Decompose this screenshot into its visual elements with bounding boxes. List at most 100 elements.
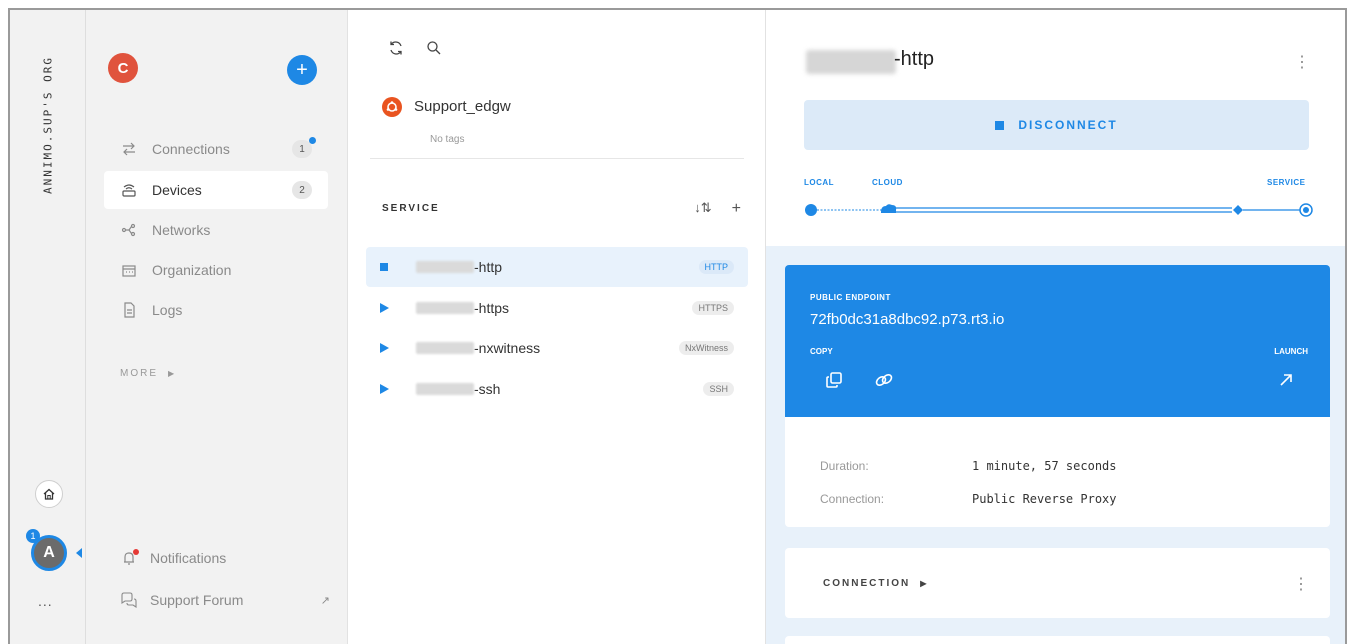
sidebar-item-label: Organization (152, 262, 232, 278)
networks-icon (120, 223, 138, 237)
sidebar-item-devices[interactable]: Devices 2 (104, 171, 328, 209)
bell-icon (120, 549, 139, 566)
support-forum-label: Support Forum (150, 592, 244, 608)
service-tools: ↓⇅ + (694, 200, 741, 218)
home-button[interactable] (35, 480, 63, 508)
service-name: -https (474, 300, 510, 316)
search-icon (427, 41, 441, 55)
org-name[interactable]: ANNIMO.SUP'S ORG (38, 30, 58, 220)
search-button[interactable] (424, 38, 444, 58)
endpoint-label: PUBLIC ENDPOINT (810, 293, 891, 302)
duration-label: Duration: (820, 459, 869, 473)
play-icon[interactable] (380, 384, 396, 394)
home-icon (43, 488, 55, 500)
service-type-badge: HTTP (698, 260, 734, 274)
sidebar-item-networks[interactable]: Networks (104, 211, 328, 249)
sidebar-item-label: Connections (152, 141, 230, 157)
sidebar-item-label: Networks (152, 222, 211, 238)
service-detail: -http ⋮ DISCONNECT LOCAL CLOUD SERVICE P… (766, 10, 1345, 644)
service-row-https[interactable]: -https HTTPS (366, 288, 748, 328)
external-link-icon: ↗ (320, 594, 330, 607)
play-icon[interactable] (380, 303, 396, 313)
rail-more-button[interactable]: ... (38, 593, 53, 609)
sidebar-item-connections[interactable]: Connections 1 (104, 130, 328, 168)
launch-label: LAUNCH (1274, 347, 1308, 356)
sidebar-nav: C + Connections 1 Devices 2 Networks Org… (86, 10, 348, 644)
device-name: Support_edgw (414, 98, 511, 115)
devices-count: 2 (292, 181, 312, 199)
device-panel: Support_edgw No tags SERVICE ↓⇅ + -http … (348, 10, 766, 644)
sidebar-item-organization[interactable]: Organization (104, 251, 328, 289)
divider (370, 158, 744, 159)
service-row-nxwitness[interactable]: -nxwitness NxWitness (366, 328, 748, 368)
service-row-ssh[interactable]: -ssh SSH (366, 369, 748, 409)
notification-dot (133, 549, 139, 555)
devices-icon (120, 182, 138, 198)
logs-icon (120, 302, 138, 318)
user-badge: 1 (26, 529, 40, 543)
organization-icon (120, 263, 138, 277)
add-service-icon[interactable]: + (732, 200, 741, 218)
next-section-card (785, 636, 1330, 644)
path-cloud-label: CLOUD (872, 178, 903, 187)
more-caret-icon: ▶ (168, 369, 177, 378)
service-name: -http (474, 259, 503, 275)
connection-section[interactable]: CONNECTION ▶ ⋮ (785, 548, 1330, 618)
avatar-caret-icon (76, 548, 82, 558)
connection-section-label: CONNECTION (823, 578, 911, 589)
play-icon[interactable] (380, 343, 396, 353)
service-name: -nxwitness (474, 340, 541, 356)
redacted-text (416, 261, 474, 273)
expand-caret-icon: ▶ (920, 579, 929, 588)
connection-section-title: CONNECTION ▶ (823, 578, 928, 589)
ubuntu-icon (382, 97, 402, 117)
endpoint-url[interactable]: 72fb0dc31a8dbc92.p73.rt3.io (810, 311, 1004, 328)
connection-path-diagram (805, 203, 1313, 217)
notifications-link[interactable]: Notifications (120, 549, 227, 566)
service-header: SERVICE (382, 203, 440, 214)
sort-icon[interactable]: ↓⇅ (694, 200, 711, 218)
copy-link-button[interactable] (873, 369, 895, 391)
connections-icon (120, 142, 138, 156)
launch-icon (1280, 374, 1292, 386)
more-link[interactable]: MORE ▶ (120, 368, 176, 379)
notifications-label: Notifications (150, 550, 227, 566)
redacted-text (416, 302, 474, 314)
redacted-text (416, 342, 474, 354)
more-label: MORE (120, 368, 158, 379)
refresh-button[interactable] (386, 38, 406, 58)
service-name: -ssh (474, 381, 501, 397)
chat-icon (120, 592, 138, 608)
copy-label: COPY (810, 347, 833, 356)
launch-button[interactable] (1275, 369, 1297, 391)
redacted-text (416, 383, 474, 395)
refresh-icon (390, 41, 402, 55)
copy-button[interactable] (823, 369, 845, 391)
disconnect-button[interactable]: DISCONNECT (804, 100, 1309, 150)
detail-header: -http ⋮ DISCONNECT LOCAL CLOUD SERVICE (766, 10, 1345, 246)
service-row-http[interactable]: -http HTTP (366, 247, 748, 287)
relay-node (1233, 205, 1243, 215)
sidebar-item-logs[interactable]: Logs (104, 291, 328, 329)
org-name-label: ANNIMO.SUP'S ORG (41, 56, 54, 194)
disconnect-label: DISCONNECT (1018, 118, 1118, 132)
public-endpoint-card: PUBLIC ENDPOINT 72fb0dc31a8dbc92.p73.rt3… (785, 265, 1330, 417)
more-options-icon[interactable]: ⋮ (1294, 52, 1310, 72)
service-type-badge: NxWitness (678, 341, 734, 355)
duration-value: 1 minute, 57 seconds (972, 459, 1117, 473)
copy-icon (826, 372, 842, 388)
service-type-badge: HTTPS (692, 301, 734, 315)
redacted-title (806, 50, 896, 74)
org-avatar[interactable]: C (108, 53, 138, 83)
section-options-icon[interactable]: ⋮ (1293, 574, 1309, 594)
sidebar-item-label: Logs (152, 302, 183, 318)
path-local-label: LOCAL (804, 178, 835, 187)
add-button[interactable]: + (287, 55, 317, 85)
connection-stats: Duration: 1 minute, 57 seconds Connectio… (785, 417, 1330, 527)
device-tags[interactable]: No tags (430, 134, 464, 145)
support-forum-link[interactable]: Support Forum ↗ (120, 592, 330, 608)
service-type-badge: SSH (703, 382, 734, 396)
connections-dot (309, 137, 316, 144)
connection-value: Public Reverse Proxy (972, 492, 1117, 506)
app-window: ANNIMO.SUP'S ORG 1 A ... C + Connections… (8, 8, 1347, 644)
